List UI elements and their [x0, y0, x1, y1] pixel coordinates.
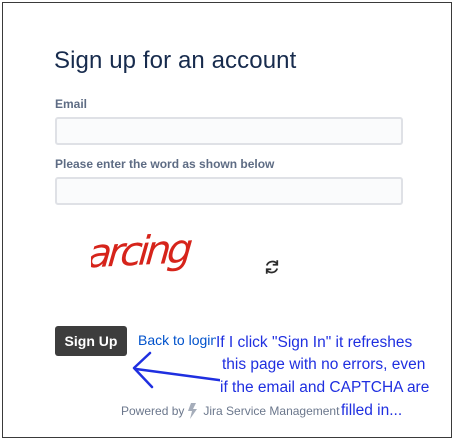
captcha-label: Please enter the word as shown below [55, 157, 275, 171]
sign-up-button[interactable]: Sign Up [55, 326, 127, 356]
captcha-image: arcing [91, 226, 193, 277]
jira-service-management-link[interactable]: Jira Service Management [203, 404, 339, 418]
email-field[interactable] [55, 117, 403, 145]
annotation-line-4: filled in... [341, 402, 403, 419]
powered-by-footer: Powered by Jira Service Management [121, 403, 339, 419]
captcha-field[interactable] [55, 177, 403, 205]
annotation-line-1: If I click "Sign In" it refreshes [216, 334, 413, 351]
refresh-icon[interactable] [263, 258, 281, 276]
powered-by-text: Powered by [121, 404, 185, 418]
email-label: Email [55, 97, 88, 111]
annotation-line-2: this page with no errors, even [222, 356, 426, 373]
annotation-arrow-icon [132, 351, 228, 389]
page-title: Sign up for an account [54, 47, 297, 74]
captcha-word: arcing [91, 226, 193, 277]
annotation-line-3: if the email and CAPTCHA are [220, 379, 430, 396]
jira-bolt-icon [188, 403, 198, 419]
